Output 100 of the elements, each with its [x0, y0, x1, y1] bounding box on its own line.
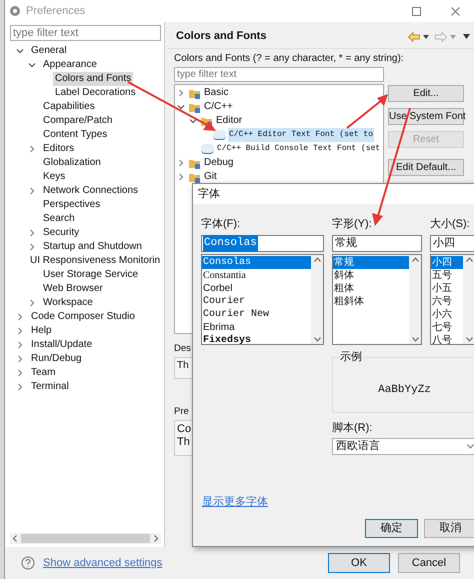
- tree-item[interactable]: Git: [203, 170, 218, 184]
- preview-text: Co: [177, 423, 192, 436]
- list-item[interactable]: Courier: [202, 295, 311, 308]
- field-label: 字体(F):: [201, 217, 242, 231]
- list-item[interactable]: 粗斜体: [333, 295, 409, 308]
- list-item[interactable]: 粗体: [333, 282, 409, 295]
- list-item[interactable]: 五号: [431, 269, 463, 282]
- search-field[interactable]: type filter text: [10, 25, 161, 41]
- description-text: Colors and Fonts (? = any character, * = any string):: [174, 52, 404, 65]
- tree-item[interactable]: C/C++ Build Console Text Font (set: [216, 142, 382, 156]
- section-label: Pre: [174, 405, 189, 418]
- advanced-settings-link[interactable]: Show advanced settings: [43, 554, 162, 572]
- dropdown-icon[interactable]: [423, 34, 429, 38]
- menu-icon[interactable]: [463, 34, 470, 39]
- more-fonts-link[interactable]: 显示更多字体: [202, 496, 268, 508]
- tree-item[interactable]: Terminal: [29, 380, 71, 394]
- script-dropdown[interactable]: 西欧语言: [332, 438, 474, 455]
- tree-item[interactable]: Keys: [41, 170, 68, 184]
- action-button[interactable]: Edit...: [388, 85, 464, 102]
- tree-item[interactable]: Install/Update: [29, 338, 94, 352]
- tree-item[interactable]: Workspace: [41, 296, 95, 310]
- list-item[interactable]: 小五: [431, 282, 463, 295]
- input-field[interactable]: 常规: [332, 235, 422, 252]
- scroll-down-icon[interactable]: [412, 337, 418, 342]
- tree-item[interactable]: Security: [41, 226, 82, 240]
- tree-item[interactable]: UI Responsiveness Monitorin: [28, 254, 161, 268]
- tree-item[interactable]: Perspectives: [41, 198, 102, 212]
- scroll-up-icon[interactable]: [412, 257, 418, 262]
- list-item[interactable]: Fixedsys: [202, 334, 311, 344]
- tree-item[interactable]: Web Browser: [41, 282, 105, 296]
- field-label: 脚本(R):: [332, 421, 374, 435]
- dialog-title: 字体: [198, 186, 220, 202]
- list-item[interactable]: 六号: [431, 295, 463, 308]
- chevron-right-icon[interactable]: [177, 89, 185, 97]
- font-icon: [201, 144, 214, 154]
- dialog-button[interactable]: Cancel: [398, 553, 460, 573]
- tree-item[interactable]: Team: [29, 366, 58, 380]
- help-icon[interactable]: [21, 556, 35, 570]
- tree-item[interactable]: Content Types: [41, 128, 110, 142]
- horizontal-scrollbar[interactable]: [10, 533, 161, 544]
- tree-item[interactable]: Colors and Fonts: [53, 72, 134, 86]
- scroll-up-icon[interactable]: [314, 257, 320, 262]
- scrollbar[interactable]: [409, 255, 421, 344]
- tree-item[interactable]: Debug: [203, 156, 234, 170]
- scroll-thumb[interactable]: [21, 534, 150, 543]
- scrollbar[interactable]: [311, 255, 323, 344]
- list-item[interactable]: 七号: [431, 321, 463, 334]
- tree-item[interactable]: Code Composer Studio: [29, 310, 137, 324]
- font-icon: [213, 130, 226, 140]
- list-item[interactable]: 斜体: [333, 269, 409, 282]
- input-field[interactable]: Consolas: [201, 235, 324, 252]
- action-button[interactable]: Use System Font: [388, 108, 464, 125]
- tree-item[interactable]: Compare/Patch: [41, 114, 114, 128]
- tree-item[interactable]: General: [29, 44, 69, 58]
- list-item[interactable]: 小六: [431, 308, 463, 321]
- close-icon[interactable]: [451, 6, 460, 16]
- tree-item[interactable]: Search: [41, 212, 77, 226]
- list-item[interactable]: Courier New: [202, 308, 311, 321]
- scrollbar[interactable]: [463, 255, 474, 344]
- list-item[interactable]: Consolas: [202, 256, 311, 269]
- tree-item[interactable]: Startup and Shutdown: [41, 240, 144, 254]
- tree-item[interactable]: Capabilities: [41, 100, 97, 114]
- search-field[interactable]: type filter text: [174, 67, 384, 82]
- dialog-button[interactable]: 取消: [424, 519, 474, 538]
- maximize-icon[interactable]: [412, 6, 421, 16]
- list-item[interactable]: Corbel: [202, 282, 311, 295]
- list-item[interactable]: 常规: [333, 256, 409, 269]
- tree-item[interactable]: Appearance: [41, 58, 99, 72]
- scroll-left-icon[interactable]: [13, 535, 17, 542]
- scroll-down-icon[interactable]: [466, 337, 472, 342]
- tree-item[interactable]: Network Connections: [41, 184, 140, 198]
- tree-item[interactable]: Editor: [215, 114, 244, 128]
- window-title: Preferences: [26, 4, 86, 19]
- folder-icon: [189, 88, 201, 98]
- tree-item[interactable]: Help: [29, 324, 54, 338]
- tree-item[interactable]: Editors: [41, 142, 76, 156]
- scroll-right-icon[interactable]: [154, 535, 158, 542]
- chevron-down-icon: [467, 444, 474, 449]
- section-label: Des: [174, 342, 191, 355]
- tree-item[interactable]: Globalization: [41, 156, 103, 170]
- action-button[interactable]: Edit Default...: [388, 159, 464, 176]
- list-item[interactable]: Ebrima: [202, 321, 311, 334]
- list-item[interactable]: 小四: [431, 256, 463, 269]
- chevron-right-icon[interactable]: [28, 145, 36, 153]
- chevron-right-icon[interactable]: [28, 187, 36, 195]
- scroll-up-icon[interactable]: [466, 257, 472, 262]
- description-text: Th: [177, 359, 189, 373]
- tree-item[interactable]: Run/Debug: [29, 352, 84, 366]
- tree-item[interactable]: C/C++: [203, 100, 234, 114]
- tree-item[interactable]: User Storage Service: [41, 268, 140, 282]
- dialog-button[interactable]: 确定: [365, 519, 418, 538]
- input-field[interactable]: 小四: [430, 235, 474, 252]
- list-item[interactable]: Constantia: [202, 269, 311, 282]
- tree-item[interactable]: C/C++ Editor Text Font (set to: [228, 128, 374, 142]
- preview-text: Th: [177, 436, 190, 449]
- dialog-button[interactable]: OK: [328, 553, 390, 573]
- tree-item[interactable]: Basic: [203, 86, 230, 100]
- tree-item[interactable]: Label Decorations: [53, 86, 138, 100]
- scroll-down-icon[interactable]: [314, 337, 320, 342]
- folder-icon: [189, 102, 201, 112]
